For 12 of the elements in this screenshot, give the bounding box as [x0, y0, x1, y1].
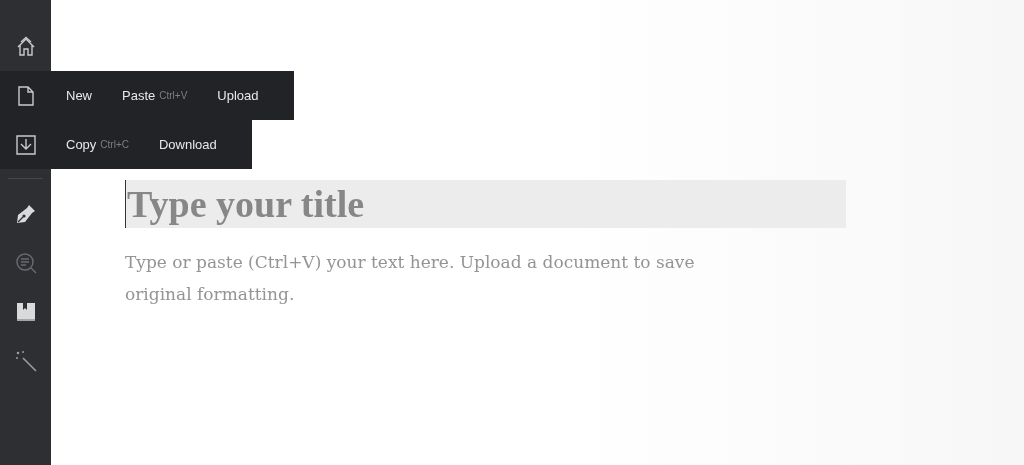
menu-item[interactable]: Upload [202, 71, 274, 120]
download-icon [14, 133, 37, 156]
menu-item[interactable]: Copy Ctrl+C [51, 120, 144, 169]
magic-wand-icon [14, 349, 37, 372]
pen-icon [14, 202, 37, 225]
menu-item[interactable]: New [51, 71, 107, 120]
menu-item[interactable]: Paste Ctrl+V [107, 71, 203, 120]
book-icon [14, 300, 37, 323]
menu-item[interactable]: Download [144, 120, 232, 169]
text-area[interactable]: Type or paste (Ctrl+V) your text here. Upload a document to save original formatting. [125, 246, 725, 326]
title-field[interactable]: Type your title [125, 180, 846, 228]
search-icon [14, 251, 37, 274]
